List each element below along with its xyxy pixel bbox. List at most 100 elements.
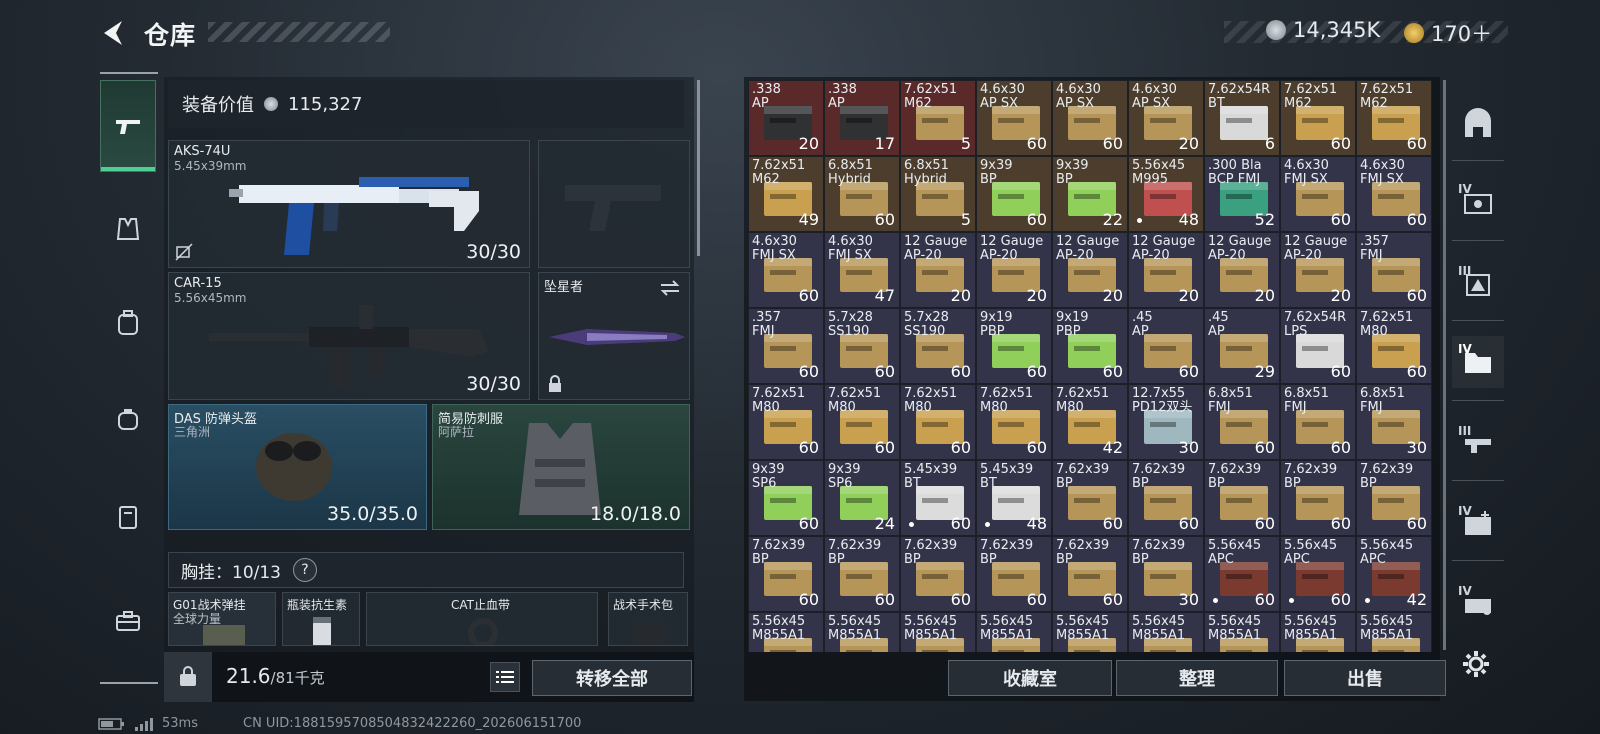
nav-toolbox[interactable] bbox=[100, 588, 156, 654]
ammo-item[interactable]: 5.45x39 BT 48 bbox=[976, 460, 1052, 536]
ammo-item[interactable]: .357 FMJ 60 bbox=[1356, 232, 1432, 308]
secondary-weapon-slot-empty[interactable] bbox=[538, 140, 690, 268]
ammo-item[interactable]: .45 AP 60 bbox=[1128, 308, 1204, 384]
ammo-item[interactable]: 9x39 BP 60 bbox=[976, 156, 1052, 232]
ammo-item[interactable]: 7.62x39 BP 60 bbox=[1128, 460, 1204, 536]
ammo-item[interactable]: .357 FMJ 60 bbox=[748, 308, 824, 384]
ammo-item[interactable]: 5.56x45 M995 48 bbox=[1128, 156, 1204, 232]
ammo-item[interactable]: 5.56x45 M855A1 bbox=[976, 612, 1052, 652]
organize-button[interactable]: 整理 bbox=[1116, 660, 1278, 696]
ammo-item[interactable]: 12 Gauge AP-20 20 bbox=[976, 232, 1052, 308]
ammo-item[interactable]: 5.56x45 M855A1 bbox=[900, 612, 976, 652]
stash-scrollbar[interactable] bbox=[1443, 80, 1446, 650]
ammo-item[interactable]: 7.62x51 M80 60 bbox=[748, 384, 824, 460]
ammo-item[interactable]: 4.6x30 FMJ SX 60 bbox=[748, 232, 824, 308]
ammo-item[interactable]: 7.62x51 M80 60 bbox=[1356, 308, 1432, 384]
back-button[interactable] bbox=[96, 16, 130, 50]
ammo-item[interactable]: 7.62x39 BP 60 bbox=[1052, 536, 1128, 612]
ammo-item[interactable]: 7.62x39 BP 60 bbox=[1052, 460, 1128, 536]
ammo-item[interactable]: 5.56x45 APC 60 bbox=[1280, 536, 1356, 612]
transfer-all-button[interactable]: 转移全部 bbox=[532, 660, 692, 696]
ammo-item[interactable]: 9x39 SP6 60 bbox=[748, 460, 824, 536]
stash-tab-all[interactable] bbox=[1452, 98, 1504, 150]
ammo-item[interactable]: 5.56x45 M855A1 bbox=[1128, 612, 1204, 652]
ammo-item[interactable]: .45 AP 29 bbox=[1204, 308, 1280, 384]
ammo-item[interactable]: 7.62x39 BP 60 bbox=[1356, 460, 1432, 536]
list-view-button[interactable] bbox=[490, 662, 520, 692]
ammo-item[interactable]: 12 Gauge AP-20 20 bbox=[1204, 232, 1280, 308]
ammo-item[interactable]: 6.8x51 Hybrid 60 bbox=[824, 156, 900, 232]
settings-button[interactable] bbox=[1458, 646, 1494, 682]
ammo-item[interactable]: 5.56x45 M855A1 bbox=[824, 612, 900, 652]
helmet-slot[interactable]: DAS 防弹头盔 三角洲 35.0/35.0 bbox=[168, 404, 427, 530]
surgery-kit-slot[interactable]: 战术手术包 bbox=[608, 592, 688, 646]
collection-button[interactable]: 收藏室 bbox=[948, 660, 1112, 696]
ammo-item[interactable]: 7.62x51 M62 49 bbox=[748, 156, 824, 232]
ammo-item[interactable]: 7.62x39 BP 60 bbox=[1204, 460, 1280, 536]
ammo-item[interactable]: 6.8x51 FMJ 60 bbox=[1204, 384, 1280, 460]
nav-pouch[interactable] bbox=[100, 386, 156, 452]
nav-backpack[interactable] bbox=[100, 290, 156, 356]
ammo-item[interactable]: 9x19 PBP 60 bbox=[1052, 308, 1128, 384]
ammo-item[interactable]: 12 Gauge AP-20 20 bbox=[1280, 232, 1356, 308]
ammo-item[interactable]: 5.45x39 BT 60 bbox=[900, 460, 976, 536]
nav-vest[interactable] bbox=[100, 196, 156, 262]
stash-tab-3-active[interactable]: IV bbox=[1452, 336, 1504, 388]
armor-slot[interactable]: 简易防刺服 阿萨拉 18.0/18.0 bbox=[432, 404, 690, 530]
ammo-item[interactable]: .300 Bla BCP FMJ 52 bbox=[1204, 156, 1280, 232]
ammo-item[interactable]: .338 AP 17 bbox=[824, 80, 900, 156]
ammo-item[interactable]: 4.6x30 AP SX 20 bbox=[1128, 80, 1204, 156]
ammo-item[interactable]: 7.62x51 M62 60 bbox=[1280, 80, 1356, 156]
ammo-item[interactable]: 5.56x45 APC 42 bbox=[1356, 536, 1432, 612]
ammo-item[interactable]: 5.56x45 APC 60 bbox=[1204, 536, 1280, 612]
ammo-item[interactable]: 7.62x39 BP 60 bbox=[824, 536, 900, 612]
ammo-item[interactable]: 7.62x54R LPS 60 bbox=[1280, 308, 1356, 384]
nav-container[interactable] bbox=[100, 484, 156, 550]
ammo-item[interactable]: 9x39 BP 22 bbox=[1052, 156, 1128, 232]
loadout-scrollbar[interactable] bbox=[697, 80, 700, 256]
ammo-item[interactable]: 4.6x30 AP SX 60 bbox=[976, 80, 1052, 156]
ammo-item[interactable]: 9x19 PBP 60 bbox=[976, 308, 1052, 384]
antibiotic-slot[interactable]: 瓶装抗生素 bbox=[282, 592, 360, 646]
ammo-item[interactable]: 12 Gauge AP-20 20 bbox=[1128, 232, 1204, 308]
ammo-item[interactable]: 7.62x39 BP 30 bbox=[1128, 536, 1204, 612]
ammo-item[interactable]: 5.7x28 SS190 60 bbox=[824, 308, 900, 384]
currency-secondary[interactable]: 170＋ bbox=[1404, 18, 1492, 48]
ammo-item[interactable]: 6.8x51 FMJ 60 bbox=[1280, 384, 1356, 460]
ammo-item[interactable]: 6.8x51 Hybrid 5 bbox=[900, 156, 976, 232]
ammo-item[interactable]: 12 Gauge AP-20 20 bbox=[900, 232, 976, 308]
ammo-item[interactable]: 7.62x51 M62 60 bbox=[1356, 80, 1432, 156]
ammo-item[interactable]: 12 Gauge AP-20 20 bbox=[1052, 232, 1128, 308]
ammo-item[interactable]: 4.6x30 FMJ SX 60 bbox=[1280, 156, 1356, 232]
ammo-item[interactable]: 7.62x39 BP 60 bbox=[1280, 460, 1356, 536]
ammo-item[interactable]: 7.62x51 M62 5 bbox=[900, 80, 976, 156]
sell-button[interactable]: 出售 bbox=[1284, 660, 1446, 696]
stash-tab-4[interactable]: III bbox=[1452, 418, 1504, 470]
tourniquet-slot[interactable]: CAT止血带 bbox=[366, 592, 598, 646]
ammo-item[interactable]: 5.56x45 M855A1 bbox=[1052, 612, 1128, 652]
ammo-item[interactable]: 7.62x51 M80 60 bbox=[824, 384, 900, 460]
help-icon[interactable]: ? bbox=[293, 558, 317, 582]
ammo-item[interactable]: 5.56x45 M855A1 bbox=[748, 612, 824, 652]
ammo-item[interactable]: 7.62x39 BP 60 bbox=[748, 536, 824, 612]
ammo-item[interactable]: 4.6x30 AP SX 60 bbox=[1052, 80, 1128, 156]
melee-slot[interactable]: 坠星者 bbox=[538, 272, 690, 400]
ammo-item[interactable]: 5.56x45 M855A1 bbox=[1280, 612, 1356, 652]
ammo-item[interactable]: 5.56x45 M855A1 bbox=[1204, 612, 1280, 652]
ammo-item[interactable]: 7.62x54R BT 6 bbox=[1204, 80, 1280, 156]
primary-weapon-slot[interactable]: AKS-74U 5.45x39mm 30/30 bbox=[168, 140, 530, 268]
secondary-rifle-slot[interactable]: CAR-15 5.56x45mm 30/30 bbox=[168, 272, 530, 400]
ammo-item[interactable]: 5.56x45 M855A1 bbox=[1356, 612, 1432, 652]
swap-icon[interactable] bbox=[659, 279, 681, 297]
rig-slot[interactable]: G01战术弹挂 全球力量 bbox=[168, 592, 276, 646]
ammo-item[interactable]: 4.6x30 FMJ SX 60 bbox=[1356, 156, 1432, 232]
nav-weapons[interactable] bbox=[100, 80, 156, 172]
ammo-item[interactable]: 7.62x51 M80 60 bbox=[976, 384, 1052, 460]
ammo-item[interactable]: .338 AP 20 bbox=[748, 80, 824, 156]
ammo-item[interactable]: 12.7x55 PD12双头 30 bbox=[1128, 384, 1204, 460]
ammo-item[interactable]: 9x39 SP6 24 bbox=[824, 460, 900, 536]
stash-tab-1[interactable]: IV bbox=[1452, 176, 1504, 228]
ammo-item[interactable]: 7.62x39 BP 60 bbox=[900, 536, 976, 612]
ammo-item[interactable]: 6.8x51 FMJ 30 bbox=[1356, 384, 1432, 460]
ammo-item[interactable]: 7.62x39 BP 60 bbox=[976, 536, 1052, 612]
